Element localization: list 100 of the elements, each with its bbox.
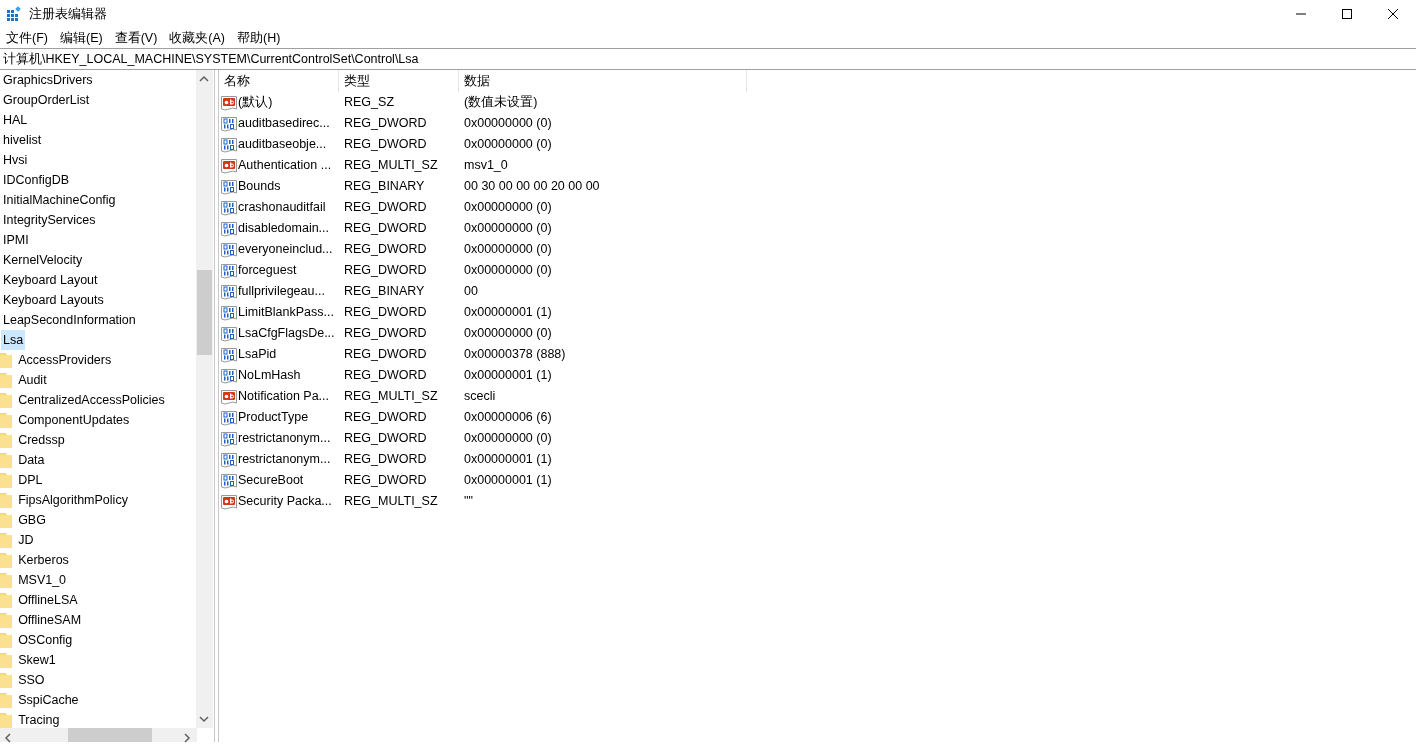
folder-icon	[0, 552, 13, 568]
scroll-left-icon[interactable]	[4, 731, 12, 744]
address-bar[interactable]: 计算机\HKEY_LOCAL_MACHINE\SYSTEM\CurrentControlSet\Control\Lsa	[0, 48, 1416, 70]
value-name[interactable]: Security Packa...	[238, 492, 332, 511]
tree-item[interactable]: HAL	[1, 110, 30, 130]
value-name[interactable]: LsaCfgFlagsDe...	[238, 324, 335, 343]
tree-item[interactable]: DPL	[16, 470, 45, 490]
menu-item[interactable]: 文件(F)	[0, 28, 54, 48]
tree-item[interactable]: MSV1_0	[16, 570, 69, 590]
tree-item[interactable]: Skew1	[16, 650, 58, 670]
table-cell-text: (数值未设置)	[463, 94, 539, 112]
menu-item[interactable]: 查看(V)	[108, 28, 164, 48]
tree-item[interactable]: Keyboard Layout	[1, 270, 100, 290]
table-cell-text: 0x00000000 (0)	[463, 220, 553, 238]
table-cell-text: 00 30 00 00 00 20 00 00	[463, 178, 601, 196]
tree-item[interactable]: IPMI	[1, 230, 31, 250]
tree-item[interactable]: IntegrityServices	[1, 210, 98, 230]
value-name[interactable]: ProductType	[238, 408, 309, 427]
table-cell-text: REG_DWORD	[343, 409, 428, 427]
table-cell-text: REG_DWORD	[343, 262, 428, 280]
value-name[interactable]: crashonauditfail	[238, 198, 326, 217]
tree-item[interactable]: Tracing	[16, 710, 62, 728]
tree-item[interactable]: OfflineLSA	[16, 590, 80, 610]
folder-icon	[0, 492, 13, 508]
menu-item[interactable]: 帮助(H)	[231, 28, 287, 48]
value-name[interactable]: forceguest	[238, 261, 297, 280]
tree-item[interactable]: Data	[16, 450, 47, 470]
tree-item[interactable]: FipsAlgorithmPolicy	[16, 490, 130, 510]
value-name[interactable]: fullprivilegeau...	[238, 282, 325, 301]
binary-value-icon	[221, 220, 237, 237]
binary-value-icon	[221, 115, 237, 132]
value-name[interactable]: NoLmHash	[238, 366, 301, 385]
binary-value-icon	[221, 472, 237, 489]
binary-value-icon	[221, 199, 237, 216]
table-cell-text: REG_SZ	[343, 94, 395, 112]
tree-item[interactable]: SSO	[16, 670, 47, 690]
scroll-thumb[interactable]	[68, 728, 152, 742]
folder-icon	[0, 572, 13, 588]
value-name[interactable]: (默认)	[238, 93, 273, 112]
scroll-right-icon[interactable]	[183, 731, 191, 744]
table-cell-text: ""	[463, 493, 474, 511]
tree-item[interactable]: IDConfigDB	[1, 170, 71, 190]
column-header[interactable]: 数据	[459, 70, 747, 92]
table-cell-text: REG_DWORD	[343, 367, 428, 385]
value-name[interactable]: SecureBoot	[238, 471, 304, 490]
value-name[interactable]: restrictanonym...	[238, 450, 331, 469]
tree-item[interactable]: OSConfig	[16, 630, 75, 650]
table-cell-text: REG_DWORD	[343, 451, 428, 469]
scroll-thumb[interactable]	[197, 270, 212, 355]
value-name[interactable]: restrictanonym...	[238, 429, 331, 448]
tree-item[interactable]: GBG	[16, 510, 48, 530]
folder-icon	[0, 372, 13, 388]
tree-item[interactable]: InitialMachineConfig	[1, 190, 118, 210]
tree-item[interactable]: Audit	[16, 370, 49, 390]
value-name[interactable]: auditbaseobje...	[238, 135, 327, 154]
table-cell-text: 0x00000000 (0)	[463, 241, 553, 259]
table-cell-text: 0x00000000 (0)	[463, 430, 553, 448]
column-header[interactable]: 名称	[219, 70, 339, 92]
maximize-icon[interactable]	[1342, 9, 1352, 19]
value-name[interactable]: Notification Pa...	[238, 387, 329, 406]
value-name[interactable]: disabledomain...	[238, 219, 330, 238]
value-name[interactable]: LsaPid	[238, 345, 277, 364]
tree-item[interactable]: LeapSecondInformation	[1, 310, 138, 330]
vertical-scrollbar[interactable]	[196, 70, 213, 728]
tree-item[interactable]: Hvsi	[1, 150, 30, 170]
tree-item[interactable]: GroupOrderList	[1, 90, 92, 110]
value-name[interactable]: everyoneinclud...	[238, 240, 333, 259]
tree-item[interactable]: Kerberos	[16, 550, 71, 570]
binary-value-icon	[221, 451, 237, 468]
tree-item[interactable]: JD	[16, 530, 36, 550]
table-cell-text: REG_DWORD	[343, 241, 428, 259]
folder-icon	[0, 412, 13, 428]
tree-item[interactable]: OfflineSAM	[16, 610, 84, 630]
tree-item[interactable]: Lsa	[1, 330, 26, 350]
close-icon[interactable]	[1388, 9, 1398, 19]
tree-item[interactable]: AccessProviders	[16, 350, 114, 370]
text-value-icon	[221, 493, 237, 510]
table-cell-text: 0x00000001 (1)	[463, 472, 553, 490]
value-name[interactable]: Bounds	[238, 177, 281, 196]
tree-item[interactable]: KernelVelocity	[1, 250, 85, 270]
value-name[interactable]: Authentication ...	[238, 156, 332, 175]
tree-item[interactable]: SspiCache	[16, 690, 81, 710]
folder-icon	[0, 632, 13, 648]
tree-item[interactable]: hivelist	[1, 130, 44, 150]
table-cell-text: REG_DWORD	[343, 136, 428, 154]
tree-item[interactable]: ComponentUpdates	[16, 410, 132, 430]
table-cell-text: REG_MULTI_SZ	[343, 157, 439, 175]
table-cell-text: REG_DWORD	[343, 346, 428, 364]
tree-item[interactable]: Credssp	[16, 430, 67, 450]
table-cell-text: REG_DWORD	[343, 472, 428, 490]
menu-item[interactable]: 编辑(E)	[53, 28, 109, 48]
tree-item[interactable]: Keyboard Layouts	[1, 290, 106, 310]
tree-item[interactable]: CentralizedAccessPolicies	[16, 390, 167, 410]
value-name[interactable]: auditbasedirec...	[238, 114, 330, 133]
column-header[interactable]: 类型	[339, 70, 459, 92]
value-name[interactable]: LimitBlankPass...	[238, 303, 334, 322]
horizontal-scrollbar[interactable]	[0, 728, 197, 742]
menu-item[interactable]: 收藏夹(A)	[163, 28, 231, 48]
table-cell-text: REG_DWORD	[343, 220, 428, 238]
tree-item[interactable]: GraphicsDrivers	[1, 70, 95, 90]
